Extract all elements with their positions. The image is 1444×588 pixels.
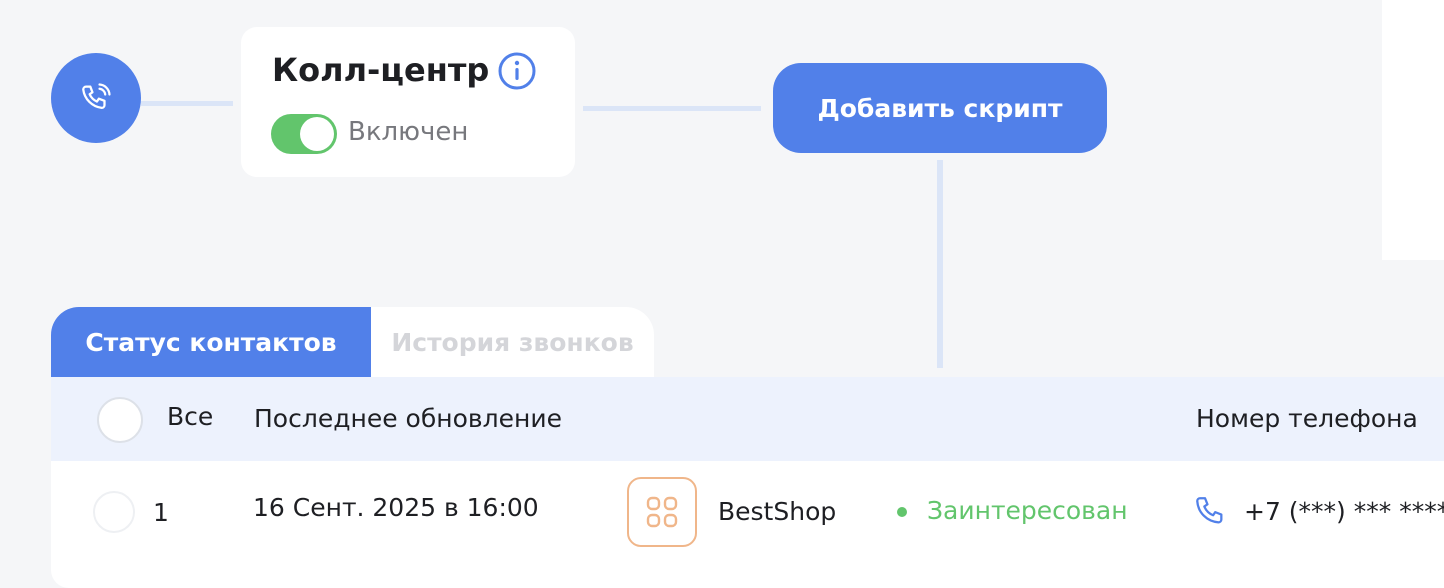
flow-connector (937, 160, 943, 368)
call-start-node[interactable] (51, 53, 141, 143)
callcenter-title: Колл-центр (272, 51, 490, 89)
row-updated: 16 Сент. 2025 в 16:00 (253, 493, 539, 522)
header-phone: Номер телефона (1196, 404, 1418, 433)
flow-connector (141, 101, 233, 106)
row-store: BestShop (718, 497, 837, 526)
header-last-update: Последнее обновление (254, 404, 562, 433)
tab-contact-status[interactable]: Статус контактов (51, 307, 371, 377)
side-panel (1382, 0, 1444, 260)
select-all-checkbox[interactable] (97, 397, 143, 443)
info-icon[interactable] (497, 51, 537, 91)
toggle-label: Включен (348, 117, 469, 147)
callcenter-toggle[interactable] (271, 114, 337, 154)
row-status: Заинтересован (927, 496, 1128, 525)
callcenter-card: Колл-центр Включен (241, 27, 575, 177)
contacts-table: Все Последнее обновление Номер телефона … (51, 377, 1444, 588)
toggle-knob (300, 117, 334, 151)
grid-icon (646, 496, 678, 528)
flow-connector (583, 106, 761, 111)
header-all: Все (167, 402, 214, 431)
phone-call-icon (82, 83, 111, 110)
call-center-flow-page: Колл-центр Включен Добавить скрипт Стату… (0, 0, 1444, 588)
phone-icon[interactable] (1193, 494, 1227, 528)
row-number: 1 (153, 498, 169, 527)
row-phone: +7 (***) *** **** (1244, 497, 1444, 526)
tab-call-history[interactable]: История звонков (371, 307, 654, 377)
row-checkbox[interactable] (93, 491, 135, 533)
add-script-button[interactable]: Добавить скрипт (773, 63, 1107, 153)
table-header: Все Последнее обновление Номер телефона (51, 377, 1444, 461)
store-logo (627, 477, 697, 547)
status-dot (897, 507, 907, 517)
